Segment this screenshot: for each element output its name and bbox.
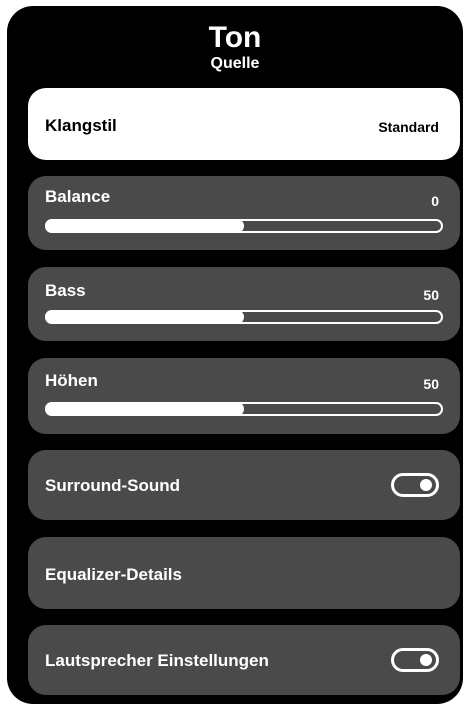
lautsprecher-toggle-knob xyxy=(420,654,432,666)
lautsprecher-toggle[interactable] xyxy=(391,648,439,672)
balance-value: 0 xyxy=(431,193,439,209)
bass-value: 50 xyxy=(423,287,439,303)
lautsprecher-item[interactable]: Lautsprecher Einstellungen xyxy=(28,625,460,695)
surround-sound-toggle-knob xyxy=(420,479,432,491)
lautsprecher-label: Lautsprecher Einstellungen xyxy=(45,651,269,670)
panel-header: Ton Quelle xyxy=(7,22,463,74)
bass-slider-fill xyxy=(45,310,244,324)
balance-item[interactable]: Balance 0 xyxy=(28,176,460,250)
equalizer-details-label: Equalizer-Details xyxy=(45,565,182,584)
bass-slider[interactable] xyxy=(45,310,443,324)
klangstil-item[interactable]: Klangstil Standard xyxy=(28,88,460,160)
surround-sound-item[interactable]: Surround-Sound xyxy=(28,450,460,520)
page-title: Ton xyxy=(208,21,262,54)
hoehen-slider[interactable] xyxy=(45,402,443,416)
klangstil-label: Klangstil xyxy=(45,116,117,135)
balance-slider[interactable] xyxy=(45,219,443,233)
sound-settings-panel: Ton Quelle Klangstil Standard Balance 0 … xyxy=(7,6,463,704)
page-subtitle: Quelle xyxy=(210,55,260,72)
bass-label: Bass xyxy=(45,281,86,300)
klangstil-value: Standard xyxy=(378,119,439,135)
hoehen-slider-fill xyxy=(45,402,244,416)
surround-sound-toggle[interactable] xyxy=(391,473,439,497)
hoehen-label: Höhen xyxy=(45,371,98,390)
balance-label: Balance xyxy=(45,187,111,206)
hoehen-value: 50 xyxy=(423,376,439,392)
equalizer-details-item[interactable]: Equalizer-Details xyxy=(28,537,460,609)
balance-slider-fill xyxy=(45,219,244,233)
hoehen-item[interactable]: Höhen 50 xyxy=(28,358,460,434)
surround-sound-label: Surround-Sound xyxy=(45,476,181,495)
bass-item[interactable]: Bass 50 xyxy=(28,267,460,341)
